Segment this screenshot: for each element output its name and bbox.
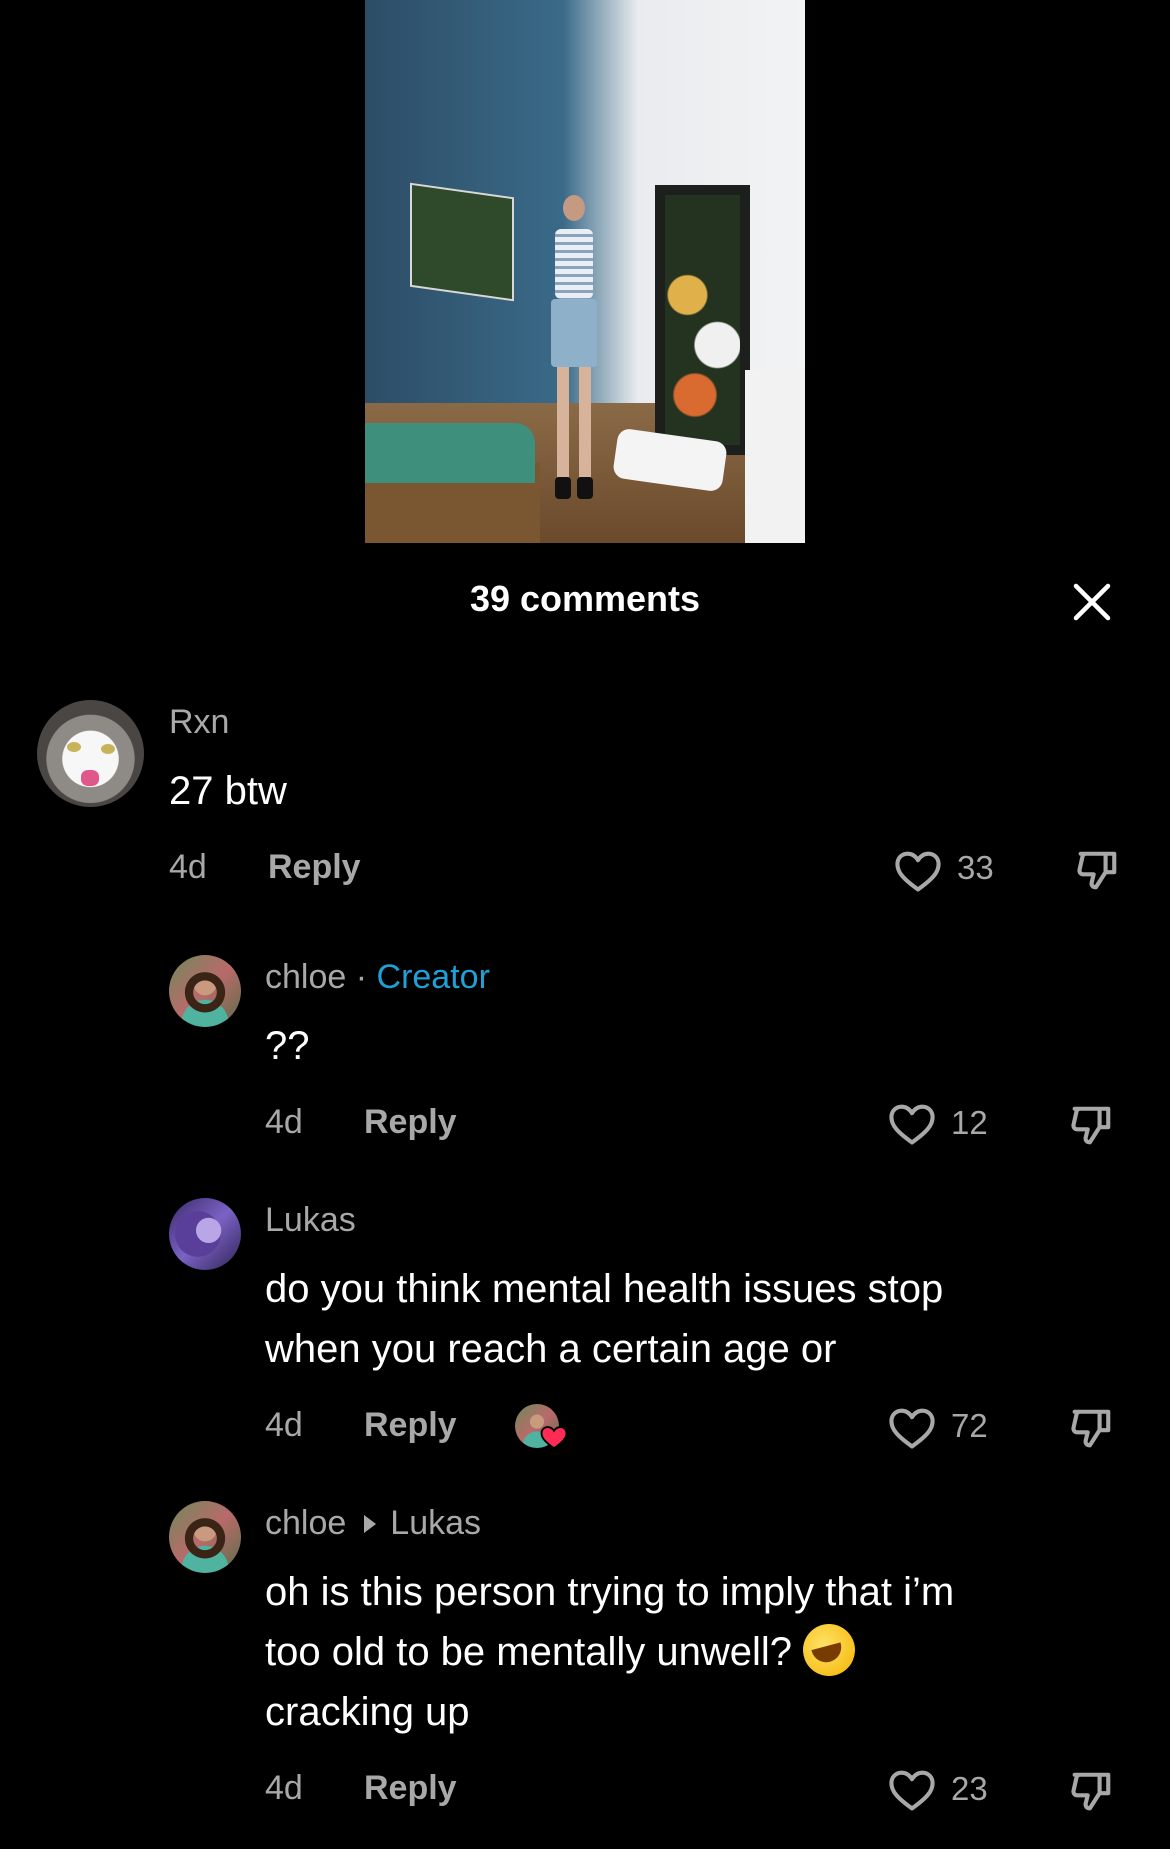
comment-age: 4d: [169, 848, 207, 886]
creator-badge: Creator: [376, 958, 490, 996]
comments-count-title: 39 comments: [469, 578, 701, 619]
replying-to-username[interactable]: Lukas: [390, 1504, 481, 1542]
heart-outline-icon[interactable]: [886, 1098, 938, 1150]
heart-outline-icon[interactable]: [886, 1402, 938, 1454]
comment-text-line3: cracking up: [265, 1690, 470, 1734]
like-count: 33: [957, 849, 994, 886]
reply-button[interactable]: Reply: [364, 1769, 457, 1808]
comment-text-line1: do you think mental health issues stop: [265, 1267, 944, 1311]
wall-painting: [410, 182, 514, 302]
comment-age: 4d: [265, 1406, 303, 1444]
bed-blanket: [365, 423, 535, 483]
comment-text: 27 btw: [169, 769, 287, 813]
like-count: 12: [951, 1104, 988, 1141]
comment-text-line1: oh is this person trying to imply that i…: [265, 1570, 955, 1614]
comment-username-line: chloe Lukas: [265, 1504, 481, 1543]
comment-username[interactable]: chloe: [265, 958, 346, 996]
like-count: 23: [951, 1770, 988, 1807]
comment-username[interactable]: Lukas: [265, 1201, 356, 1240]
thumbs-down-icon[interactable]: [1066, 1402, 1118, 1454]
reply-button[interactable]: Reply: [364, 1103, 457, 1142]
avatar-rxn[interactable]: [37, 700, 144, 807]
comment-age: 4d: [265, 1103, 303, 1141]
thumbs-down-icon[interactable]: [1072, 844, 1124, 896]
comment-text-line2: too old to be mentally unwell?: [265, 1630, 792, 1674]
avatar-lukas[interactable]: [169, 1198, 241, 1270]
heart-outline-icon[interactable]: [892, 845, 944, 897]
creator-liked-indicator: [515, 1404, 575, 1454]
thumbs-down-icon[interactable]: [1066, 1765, 1118, 1817]
like-count: 72: [951, 1407, 988, 1444]
comment-username[interactable]: chloe: [265, 1504, 346, 1542]
reply-button[interactable]: Reply: [364, 1406, 457, 1445]
reply-arrow-icon: [364, 1515, 377, 1534]
reply-button[interactable]: Reply: [268, 848, 361, 887]
comment-age: 4d: [265, 1769, 303, 1807]
rolling-on-floor-laughing-emoji: [803, 1624, 856, 1677]
bathroom-door: [655, 185, 750, 455]
heart-outline-icon[interactable]: [886, 1764, 938, 1816]
video-preview[interactable]: [365, 0, 805, 543]
person-figure: [543, 195, 603, 499]
thumbs-down-icon[interactable]: [1066, 1099, 1118, 1151]
comment-text: ??: [265, 1024, 310, 1068]
close-icon[interactable]: [1072, 582, 1112, 622]
heart-badge-icon: [540, 1426, 568, 1450]
avatar-chloe[interactable]: [169, 1501, 241, 1573]
white-bed: [745, 370, 805, 543]
avatar-chloe[interactable]: [169, 955, 241, 1027]
comment-username[interactable]: Rxn: [169, 703, 229, 742]
separator-dot: ·: [355, 958, 368, 996]
comment-username-line: chloe · Creator: [265, 958, 490, 997]
comment-text-line2: when you reach a certain age or: [265, 1327, 837, 1371]
comment-text-line2-wrap: too old to be mentally unwell?: [265, 1622, 856, 1682]
